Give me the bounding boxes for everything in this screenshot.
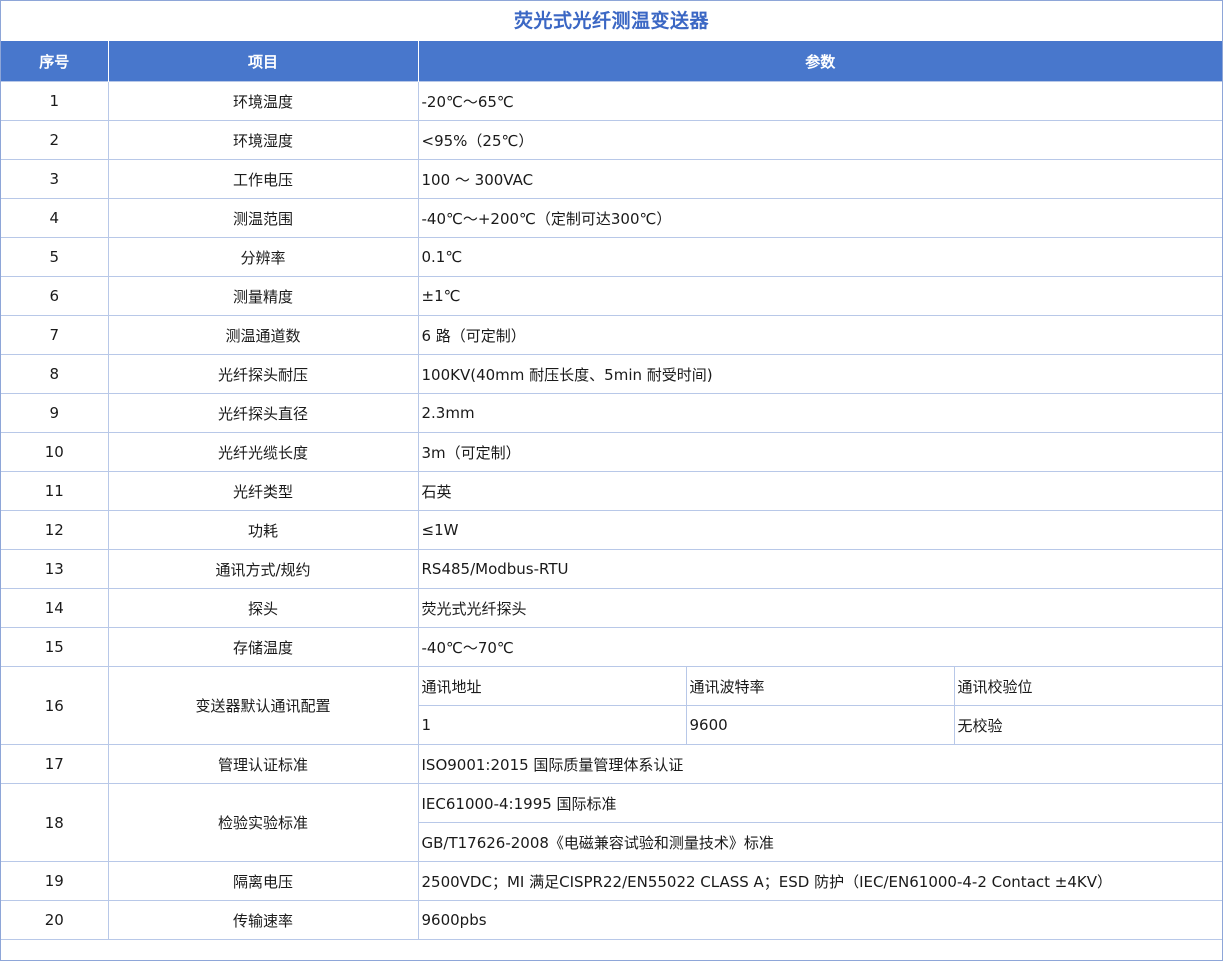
row-item: 光纤类型 [107, 471, 419, 511]
header-param: 参数 [418, 41, 1222, 82]
table-row: 13 通讯方式/规约 RS485/Modbus-RTU [1, 549, 1222, 589]
table-row: 10 光纤光缆长度 3m（可定制） [1, 432, 1222, 472]
row-no: 6 [1, 276, 109, 316]
row-value: ±1℃ [417, 276, 1222, 316]
row-value: ISO9001:2015 国际质量管理体系认证 [417, 744, 1222, 784]
table-row: 5 分辨率 0.1℃ [1, 237, 1222, 277]
row-value: 0.1℃ [417, 237, 1222, 277]
table-row: 8 光纤探头耐压 100KV(40mm 耐压长度、5min 耐受时间) [1, 354, 1222, 394]
row-no: 12 [1, 510, 109, 550]
row-item: 管理认证标准 [107, 744, 419, 784]
row-value: -20℃～65℃ [417, 81, 1222, 121]
row-no: 5 [1, 237, 109, 277]
row-no: 18 [1, 783, 109, 862]
row-value: GB/T17626-2008《电磁兼容试验和测量技术》标准 [418, 822, 1222, 862]
header-item: 项目 [108, 41, 419, 82]
row-value: 6 路（可定制） [417, 315, 1222, 355]
row-no: 2 [1, 120, 109, 160]
row-item: 工作电压 [107, 159, 419, 199]
row-item: 测温通道数 [107, 315, 419, 355]
row-no: 14 [1, 588, 109, 628]
row-item: 光纤探头耐压 [107, 354, 419, 394]
row-no: 8 [1, 354, 109, 394]
row-value: -40℃～70℃ [417, 627, 1222, 667]
row-no: 19 [1, 861, 109, 901]
row-no: 3 [1, 159, 109, 199]
row-no: 7 [1, 315, 109, 355]
row-item: 检验实验标准 [107, 783, 419, 862]
comm-parity-value: 无校验 [953, 705, 1222, 745]
table-row: 12 功耗 ≤1W [1, 510, 1222, 550]
row-value: 100KV(40mm 耐压长度、5min 耐受时间) [417, 354, 1222, 394]
table-row: 4 测温范围 -40℃～+200℃（定制可达300℃） [1, 198, 1222, 238]
table-row: 19 隔离电压 2500VDC；MI 满足CISPR22/EN55022 CLA… [1, 861, 1222, 901]
table-row: 15 存储温度 -40℃～70℃ [1, 627, 1222, 667]
table-row: 17 管理认证标准 ISO9001:2015 国际质量管理体系认证 [1, 744, 1222, 784]
comm-baud-value: 9600 [685, 705, 955, 745]
row-item: 功耗 [107, 510, 419, 550]
table-row: 7 测温通道数 6 路（可定制） [1, 315, 1222, 355]
row-value: 3m（可定制） [417, 432, 1222, 472]
row-item: 通讯方式/规约 [107, 549, 419, 589]
row-item: 传输速率 [107, 900, 419, 940]
table-row: 18 检验实验标准 IEC61000-4:1995 国际标准 [1, 783, 1222, 862]
row-no: 13 [1, 549, 109, 589]
row-item: 环境湿度 [107, 120, 419, 160]
row-no: 16 [1, 666, 109, 745]
page-title: 荧光式光纤测温变送器 [513, 10, 709, 32]
row-value: 2.3mm [417, 393, 1222, 433]
row-value: RS485/Modbus-RTU [417, 549, 1222, 589]
table-row: 11 光纤类型 石英 [1, 471, 1222, 511]
row-value: 100 ～ 300VAC [417, 159, 1222, 199]
comm-baud-label: 通讯波特率 [685, 666, 955, 706]
row-item: 测温范围 [107, 198, 419, 238]
table-row: 16 变送器默认通讯配置 通讯地址 通讯波特率 通讯校验位 [1, 666, 1222, 745]
comm-address-label: 通讯地址 [417, 666, 687, 706]
row-value: <95%（25℃） [417, 120, 1222, 160]
table-row: 6 测量精度 ±1℃ [1, 276, 1222, 316]
row-value: -40℃～+200℃（定制可达300℃） [417, 198, 1222, 238]
row-item: 隔离电压 [107, 861, 419, 901]
row-value: ≤1W [417, 510, 1222, 550]
spec-table: 序号 项目 参数 1 环境温度 -20℃～65℃ 2 环境湿度 <95%（25℃） 3 工作电… [1, 41, 1222, 940]
header-no: 序号 [1, 41, 109, 82]
table-row: 2 环境湿度 <95%（25℃） [1, 120, 1222, 160]
spec-sheet: 荧光式光纤测温变送器 序号 项目 参数 1 环境温度 -20℃～65℃ 2 环境湿度 <9… [0, 0, 1223, 961]
table-row: 20 传输速率 9600pbs [1, 900, 1222, 940]
row-item: 光纤光缆长度 [107, 432, 419, 472]
row-no: 20 [1, 900, 109, 940]
row-item: 存储温度 [107, 627, 419, 667]
table-row: 1 环境温度 -20℃～65℃ [1, 81, 1222, 121]
row-item: 测量精度 [107, 276, 419, 316]
row-value: 石英 [417, 471, 1222, 511]
row-item: 变送器默认通讯配置 [107, 666, 419, 745]
table-row: 9 光纤探头直径 2.3mm [1, 393, 1222, 433]
row-no: 11 [1, 471, 109, 511]
row-value: IEC61000-4:1995 国际标准 [417, 783, 1222, 823]
row-no: 10 [1, 432, 109, 472]
row-value: 荧光式光纤探头 [417, 588, 1222, 628]
comm-parity-label: 通讯校验位 [953, 666, 1222, 706]
comm-address-value: 1 [418, 705, 687, 745]
row-item: 光纤探头直径 [107, 393, 419, 433]
row-item: 探头 [107, 588, 419, 628]
row-no: 1 [1, 81, 109, 121]
table-row: 3 工作电压 100 ～ 300VAC [1, 159, 1222, 199]
table-header-row: 序号 项目 参数 [1, 41, 1222, 82]
row-no: 15 [1, 627, 109, 667]
row-value: 9600pbs [417, 900, 1222, 940]
row-item: 分辨率 [107, 237, 419, 277]
row-value: 2500VDC；MI 满足CISPR22/EN55022 CLASS A；ESD… [417, 861, 1222, 901]
row-item: 环境温度 [107, 81, 419, 121]
row-no: 9 [1, 393, 109, 433]
table-row: 14 探头 荧光式光纤探头 [1, 588, 1222, 628]
row-no: 17 [1, 744, 109, 784]
row-no: 4 [1, 198, 109, 238]
